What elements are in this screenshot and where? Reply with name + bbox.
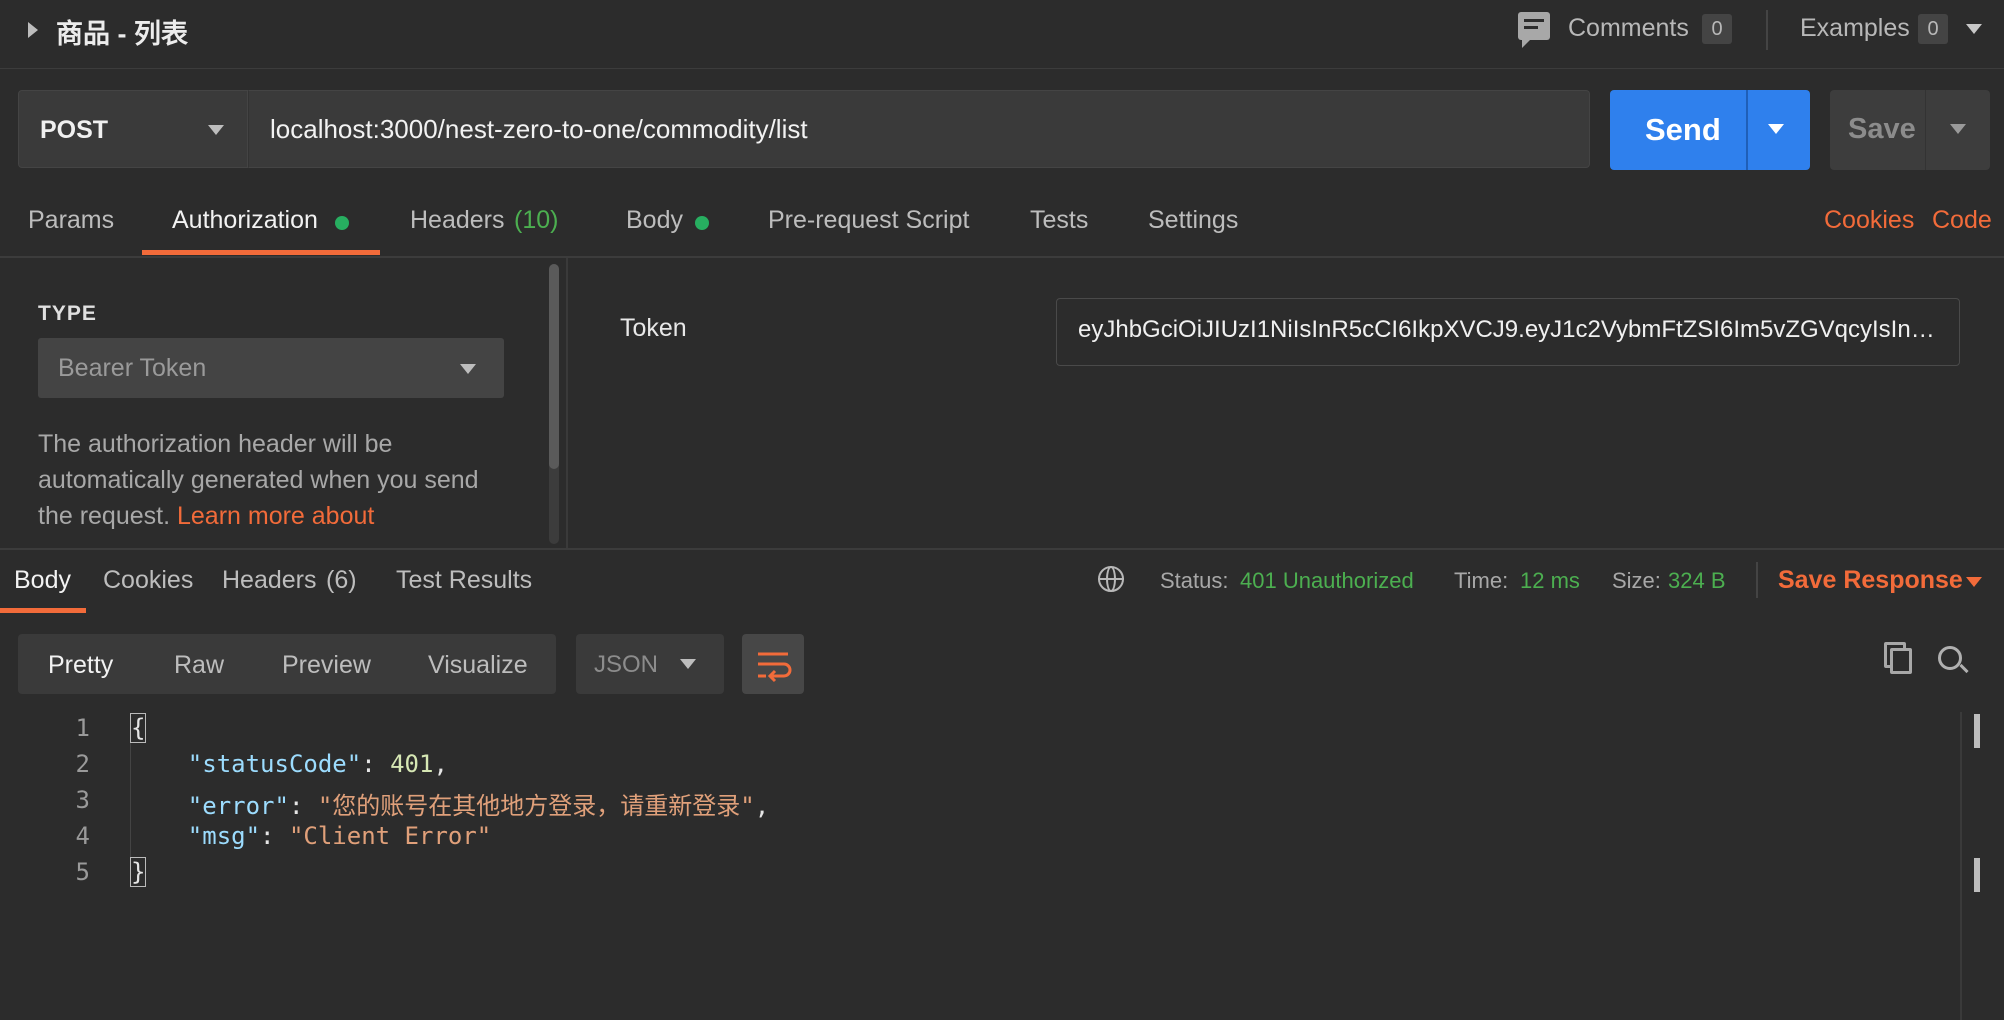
line-number: 5: [75, 858, 90, 886]
token-label: Token: [620, 314, 687, 342]
copy-icon[interactable]: [1890, 648, 1912, 674]
method-value: POST: [40, 116, 109, 144]
view-preview-button[interactable]: Preview: [282, 651, 371, 680]
examples-label[interactable]: Examples: [1800, 14, 1910, 43]
globe-icon[interactable]: [1098, 566, 1124, 592]
status-value[interactable]: 401 Unauthorized: [1240, 568, 1414, 594]
examples-count-badge: 0: [1918, 14, 1948, 44]
tab-headers[interactable]: Headers: [410, 206, 505, 235]
size-value[interactable]: 324 B: [1668, 568, 1726, 594]
time-value[interactable]: 12 ms: [1520, 568, 1580, 594]
tab-headers-count: (10): [514, 206, 559, 234]
json-value-statuscode: 401: [390, 750, 434, 778]
authorization-status-dot: [335, 216, 349, 230]
collapse-toggle-icon[interactable]: [28, 22, 38, 38]
search-icon[interactable]: [1938, 646, 1962, 670]
active-tab-indicator: [142, 250, 380, 255]
examples-chevron-down-icon[interactable]: [1966, 24, 1982, 34]
line-number: 4: [75, 822, 90, 850]
send-label: Send: [1645, 112, 1721, 147]
save-response-chevron-down-icon[interactable]: [1966, 577, 1982, 587]
auth-panel-clip: [0, 534, 548, 548]
code-link[interactable]: Code: [1932, 206, 1992, 235]
url-value: localhost:3000/nest-zero-to-one/commodit…: [270, 114, 808, 144]
scroll-marker: [1974, 714, 1980, 748]
comments-label[interactable]: Comments: [1568, 14, 1689, 43]
tab-tests[interactable]: Tests: [1030, 206, 1088, 235]
open-brace: {: [130, 713, 147, 743]
json-key-msg: "msg": [187, 822, 261, 850]
method-chevron-down-icon[interactable]: [208, 125, 224, 135]
comments-count-badge: 0: [1702, 14, 1732, 44]
json-value-error: "您的账号在其他地方登录，请重新登录": [317, 792, 755, 820]
response-divider: [0, 548, 2004, 550]
tab-params[interactable]: Params: [28, 206, 114, 235]
status-label: Status:: [1160, 568, 1229, 593]
request-title[interactable]: 商品 - 列表: [56, 12, 188, 51]
auth-type-chevron-down-icon[interactable]: [460, 364, 476, 374]
auth-description: The authorization header will be automat…: [38, 426, 518, 534]
view-raw-button[interactable]: Raw: [174, 651, 224, 680]
json-key-statuscode: "statusCode": [187, 750, 362, 778]
tab-pre-request-script[interactable]: Pre-request Script: [768, 206, 969, 235]
save-label: Save: [1848, 113, 1916, 145]
view-visualize-button[interactable]: Visualize: [428, 651, 528, 680]
header-divider: [1766, 10, 1768, 50]
format-chevron-down-icon[interactable]: [680, 659, 696, 669]
cookies-link[interactable]: Cookies: [1824, 206, 1914, 235]
save-response-divider: [1756, 562, 1758, 598]
save-divider: [1925, 90, 1926, 170]
wrap-lines-icon: [758, 652, 792, 683]
time-label: Time:: [1454, 568, 1509, 593]
line-number: 1: [75, 714, 90, 742]
line-number: 2: [75, 750, 90, 778]
response-tab-body[interactable]: Body: [14, 566, 71, 595]
body-status-dot: [695, 216, 709, 230]
auth-panel-divider: [566, 258, 568, 548]
close-brace: }: [130, 857, 147, 887]
wrap-lines-button[interactable]: [742, 634, 804, 694]
auth-type-value: Bearer Token: [58, 354, 207, 382]
request-tabs-divider: [0, 256, 2004, 258]
learn-more-link[interactable]: Learn more about: [177, 502, 374, 530]
save-options-chevron-down-icon[interactable]: [1950, 124, 1966, 134]
comments-icon[interactable]: [1518, 12, 1550, 48]
save-response-button[interactable]: Save Response: [1778, 566, 1963, 595]
response-tab-test-results[interactable]: Test Results: [396, 566, 532, 595]
response-headers-count: (6): [326, 566, 357, 594]
line-number: 3: [75, 786, 90, 814]
send-options-chevron-down-icon[interactable]: [1768, 124, 1784, 134]
view-pretty-button[interactable]: Pretty: [48, 651, 113, 680]
size-label: Size:: [1612, 568, 1661, 593]
auth-type-label: TYPE: [38, 302, 97, 325]
response-active-tab-indicator: [0, 608, 86, 613]
format-value: JSON: [594, 651, 659, 678]
tab-settings[interactable]: Settings: [1148, 206, 1238, 235]
json-key-error: "error": [187, 792, 289, 820]
json-value-msg: "Client Error": [288, 822, 492, 850]
tab-body[interactable]: Body: [626, 206, 683, 235]
token-value: eyJhbGciOiJIUzI1NiIsInR5cCI6IkpXVCJ9.eyJ…: [1078, 316, 1940, 343]
scroll-marker: [1974, 858, 1980, 892]
code-scroll-track[interactable]: [1960, 712, 1962, 1020]
response-tab-headers[interactable]: Headers: [222, 566, 317, 595]
send-divider: [1746, 90, 1748, 170]
auth-panel-scroll-thumb[interactable]: [549, 264, 559, 469]
response-tab-cookies[interactable]: Cookies: [103, 566, 193, 595]
tab-authorization[interactable]: Authorization: [172, 206, 318, 235]
